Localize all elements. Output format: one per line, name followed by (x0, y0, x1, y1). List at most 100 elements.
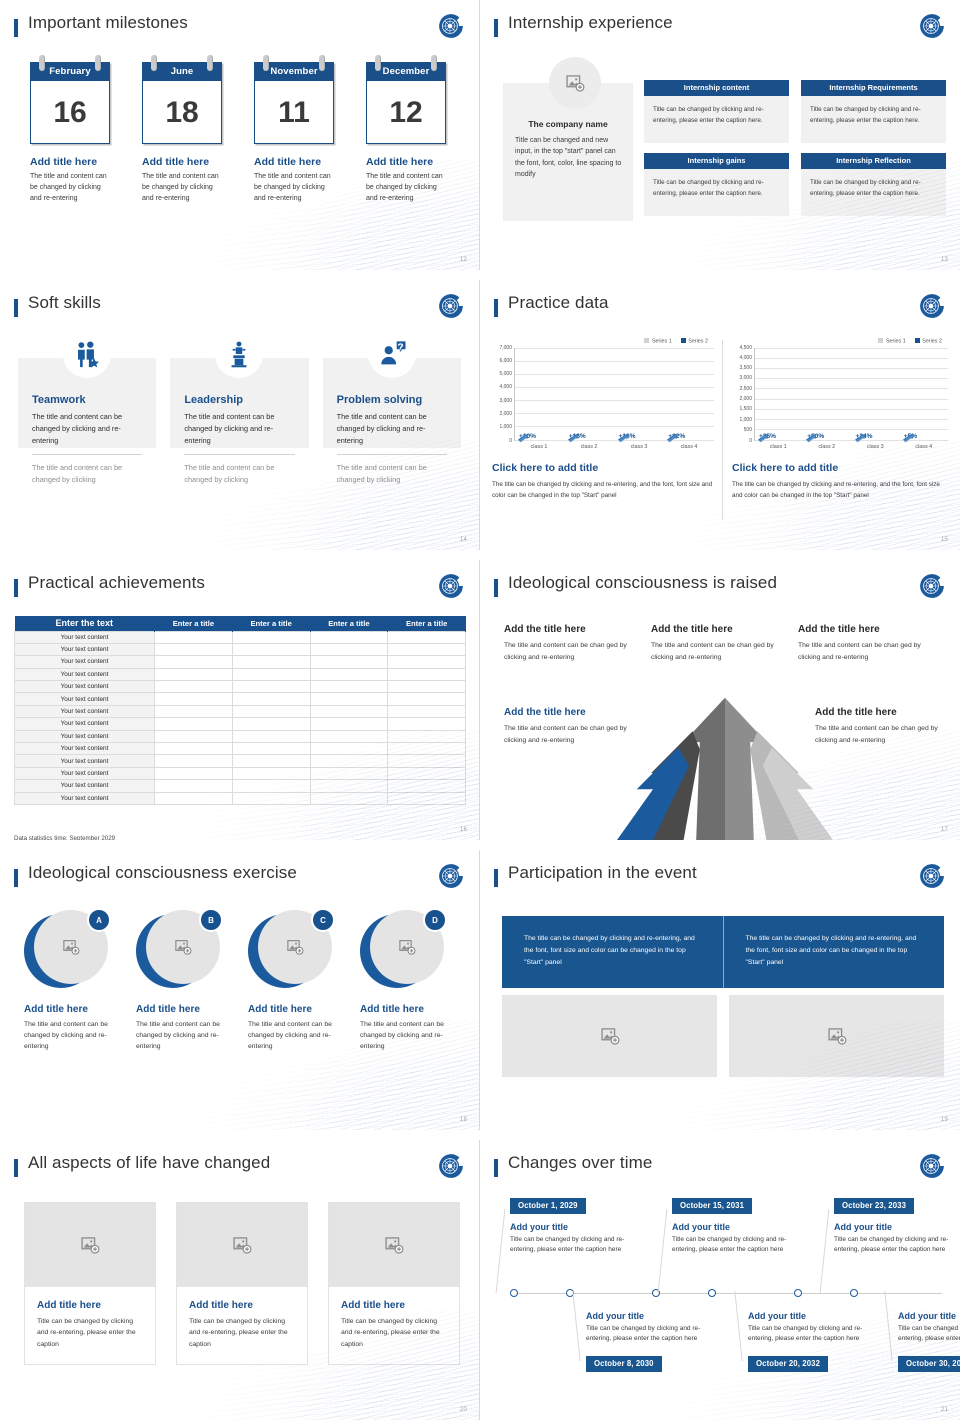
table-cell[interactable]: Your text content (14, 766, 155, 781)
table-cell[interactable] (387, 667, 466, 682)
ideology-item[interactable]: Add the title here The title and content… (504, 624, 629, 663)
table-cell[interactable] (387, 704, 466, 719)
table-cell[interactable]: Your text content (14, 692, 155, 706)
image-placeholder[interactable] (25, 1203, 155, 1287)
timeline-dot[interactable] (850, 1288, 858, 1297)
table-cell[interactable] (387, 729, 466, 744)
table-cell[interactable] (231, 680, 311, 694)
table-header-cell[interactable]: Enter a title (232, 616, 311, 631)
table-cell[interactable] (154, 704, 233, 719)
table-header-cell[interactable]: Enter a title (387, 616, 466, 631)
exercise-image-placeholder[interactable]: A (24, 908, 111, 990)
table-cell[interactable] (231, 754, 311, 768)
table-cell[interactable]: Your text content (14, 729, 155, 744)
table-cell[interactable] (309, 642, 389, 657)
table-cell[interactable] (231, 729, 311, 744)
milestone-item[interactable]: June 18 Add title here The title and con… (142, 55, 222, 205)
table-cell[interactable] (154, 779, 233, 793)
table-cell[interactable] (309, 766, 389, 781)
table-cell[interactable] (387, 642, 466, 657)
table-cell[interactable] (154, 729, 233, 744)
table-cell[interactable] (231, 692, 311, 706)
table-cell[interactable] (154, 667, 233, 682)
table-cell[interactable] (231, 704, 311, 719)
timeline-item[interactable]: Add your title Title can be changed by cl… (734, 1291, 876, 1372)
table-cell[interactable] (154, 754, 233, 768)
table-cell[interactable] (154, 655, 233, 669)
exercise-item[interactable]: A Add title here The title and content c… (24, 908, 111, 1052)
timeline-dot[interactable] (510, 1288, 518, 1297)
table-cell[interactable] (154, 766, 233, 781)
ideology-item[interactable]: Add the title here The title and content… (798, 624, 923, 663)
table-cell[interactable] (387, 741, 466, 756)
exercise-image-placeholder[interactable]: C (248, 908, 335, 990)
aspect-card[interactable]: Add title here Title can be changed by c… (176, 1202, 308, 1366)
exercise-item[interactable]: C Add title here The title and content c… (248, 908, 335, 1052)
table-cell[interactable] (309, 791, 389, 805)
table-cell[interactable] (387, 754, 466, 768)
table-cell[interactable] (387, 717, 466, 731)
table-row[interactable]: Your text content (14, 667, 466, 682)
table-cell[interactable] (309, 704, 389, 719)
table-cell[interactable] (309, 692, 389, 706)
table-cell[interactable]: Your text content (14, 642, 155, 657)
exercise-image-placeholder[interactable]: B (136, 908, 223, 990)
milestone-item[interactable]: November 11 Add title here The title and… (254, 55, 334, 205)
participation-text-left[interactable]: The title can be changed by clicking and… (502, 916, 723, 988)
company-image-placeholder[interactable] (549, 57, 601, 109)
internship-card[interactable]: Internship gains Title can be changed by… (644, 153, 789, 216)
table-row[interactable]: Your text content (14, 717, 466, 731)
table-cell[interactable] (309, 680, 389, 694)
chart-caption-title[interactable]: Click here to add title (732, 462, 948, 474)
table-row[interactable]: Your text content (14, 692, 466, 706)
table-row[interactable]: Your text content (14, 791, 466, 805)
table-cell[interactable] (231, 779, 311, 793)
table-cell[interactable] (154, 642, 233, 657)
table-row[interactable]: Your text content (14, 729, 466, 744)
table-cell[interactable]: Your text content (14, 655, 155, 669)
table-cell[interactable] (387, 692, 466, 706)
table-cell[interactable] (154, 717, 233, 731)
aspect-card[interactable]: Add title here Title can be changed by c… (328, 1202, 460, 1366)
exercise-item[interactable]: D Add title here The title and content c… (360, 908, 447, 1052)
table-header-cell[interactable]: Enter the text (14, 616, 155, 631)
table-header-cell[interactable]: Enter a title (154, 616, 233, 631)
ideology-item[interactable]: Add the title here The title and content… (504, 707, 629, 746)
table-cell[interactable] (231, 655, 311, 669)
table-cell[interactable] (231, 717, 311, 731)
table-cell[interactable] (154, 791, 233, 805)
table-cell[interactable] (387, 680, 466, 694)
table-cell[interactable]: Your text content (14, 667, 155, 682)
table-cell[interactable] (231, 642, 311, 657)
image-placeholder[interactable] (502, 995, 717, 1077)
table-cell[interactable] (387, 791, 466, 805)
table-cell[interactable] (387, 630, 466, 644)
table-cell[interactable] (387, 655, 466, 669)
image-placeholder[interactable] (329, 1203, 459, 1287)
table-row[interactable]: Your text content (14, 754, 466, 768)
table-row[interactable]: Your text content (14, 779, 466, 793)
table-cell[interactable] (154, 741, 233, 756)
table-cell[interactable] (309, 754, 389, 768)
table-cell[interactable] (309, 717, 389, 731)
table-row[interactable]: Your text content (14, 680, 466, 694)
ideology-item[interactable]: Add the title here The title and content… (815, 707, 940, 746)
table-cell[interactable]: Your text content (14, 680, 155, 694)
table-header-cell[interactable]: Enter a title (310, 616, 389, 631)
table-cell[interactable]: Your text content (14, 741, 155, 756)
internship-card[interactable]: Internship Reflection Title can be chang… (801, 153, 946, 216)
table-row[interactable]: Your text content (14, 766, 466, 781)
table-cell[interactable] (154, 630, 233, 644)
table-cell[interactable] (231, 766, 311, 781)
timeline-dot[interactable] (794, 1288, 802, 1297)
table-cell[interactable] (309, 779, 389, 793)
exercise-image-placeholder[interactable]: D (360, 908, 447, 990)
table-cell[interactable] (231, 791, 311, 805)
internship-card[interactable]: Internship Requirements Title can be cha… (801, 80, 946, 143)
table-cell[interactable] (309, 655, 389, 669)
table-cell[interactable]: Your text content (14, 704, 155, 719)
table-cell[interactable]: Your text content (14, 630, 155, 644)
table-cell[interactable]: Your text content (14, 779, 155, 793)
table-cell[interactable]: Your text content (14, 717, 155, 731)
table-cell[interactable]: Your text content (14, 791, 155, 805)
